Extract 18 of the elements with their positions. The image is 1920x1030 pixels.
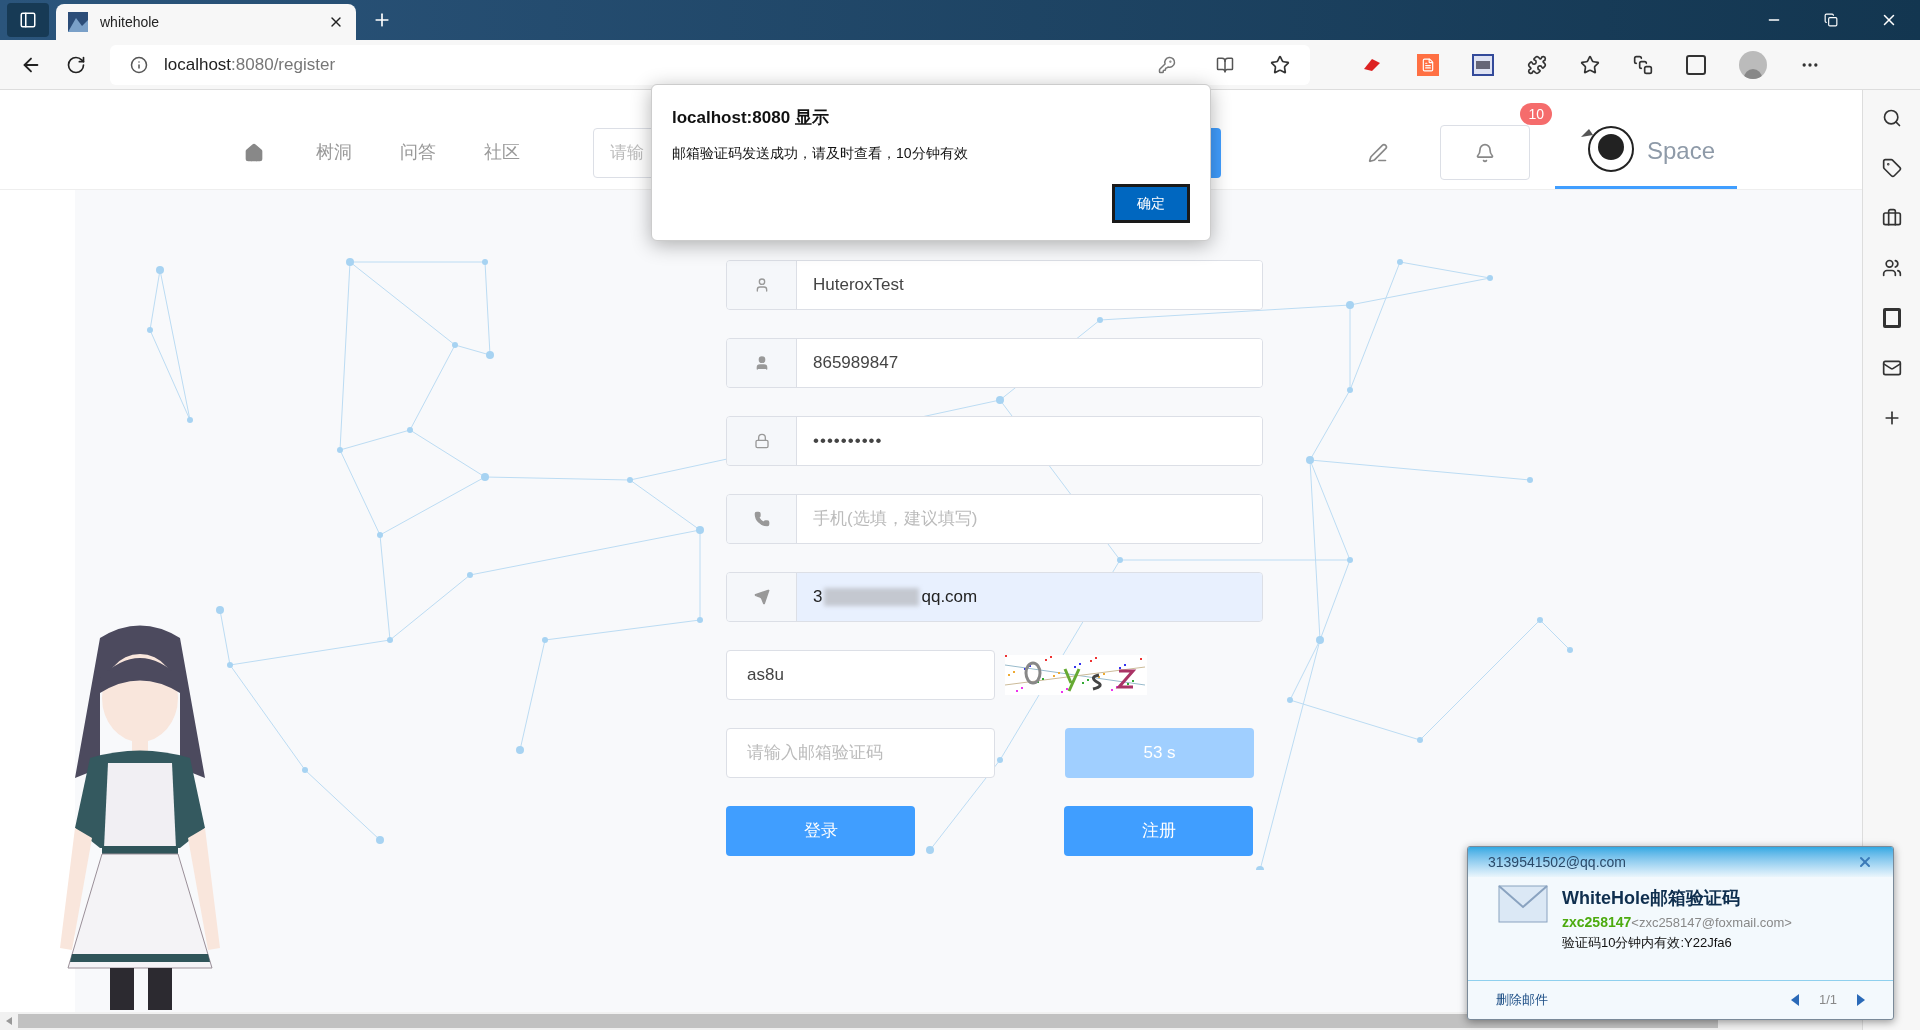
url-text: localhost:8080/register [164,53,337,76]
alert-title: localhost:8080 显示 [672,107,830,129]
notification-badge: 10 [1520,103,1552,125]
alert-message: 邮箱验证码发送成功，请及时查看，10分钟有效 [672,143,969,163]
mail-subject: WhiteHole邮箱验证码 [1562,887,1741,910]
mail-account: 3139541502@qq.com [1488,852,1627,872]
ok-button[interactable]: 确定 [1112,183,1190,223]
address-bar[interactable]: localhost:8080/register [110,44,1310,85]
sender-address: <zxc258147@foxmail.com> [1631,914,1792,932]
email-code-field[interactable]: 请输入邮箱验证码 [726,728,995,778]
sender-name: zxc258147 [1562,913,1632,932]
delete-mail-link[interactable]: 删除邮件 [1496,990,1791,1010]
page-indicator: 1/1 [1818,991,1837,1010]
space-label: Space [1646,135,1716,166]
mail-body: 验证码10分钟内有效:Y22Jfa6 [1562,934,1733,952]
tab-title: whitehole [100,12,161,32]
captcha-field[interactable]: as8u [726,650,995,700]
browser-tab[interactable]: whitehole [56,4,356,40]
